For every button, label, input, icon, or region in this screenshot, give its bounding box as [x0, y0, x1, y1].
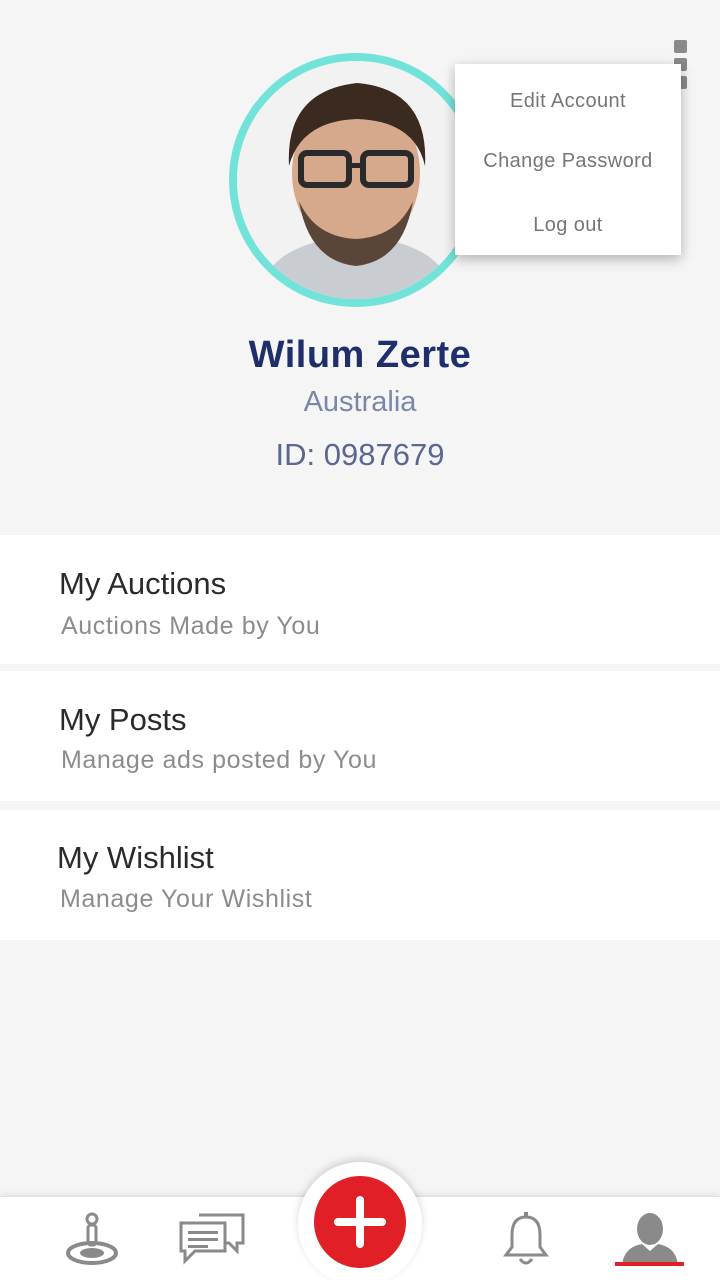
bell-icon: [503, 1212, 549, 1265]
avatar-ring: [229, 53, 483, 307]
list-item-subtitle: Manage ads posted by You: [61, 746, 378, 774]
list-item-subtitle: Manage Your Wishlist: [60, 885, 313, 913]
list-item-my-posts[interactable]: My Posts Manage ads posted by You: [0, 671, 720, 801]
profile-name: Wilum Zerte: [248, 334, 472, 376]
add-button-container: [298, 1162, 422, 1280]
list-item-title: My Posts: [59, 702, 187, 737]
avatar[interactable]: [237, 61, 475, 299]
location-pin-icon: [66, 1212, 118, 1265]
nav-notifications[interactable]: [490, 1197, 562, 1280]
chat-icon: [179, 1213, 245, 1265]
profile-id: ID: 0987679: [275, 437, 445, 472]
profile-country: Australia: [303, 386, 417, 418]
list-item-my-wishlist[interactable]: My Wishlist Manage Your Wishlist: [0, 810, 720, 940]
list-item-subtitle: Auctions Made by You: [61, 612, 321, 640]
menu-item-change-password[interactable]: Change Password: [455, 139, 681, 183]
nav-location[interactable]: [50, 1197, 134, 1280]
user-icon: [622, 1213, 678, 1265]
nav-profile[interactable]: [612, 1197, 688, 1280]
add-button[interactable]: [314, 1176, 406, 1268]
list-item-my-auctions[interactable]: My Auctions Auctions Made by You: [0, 535, 720, 664]
add-icon-vertical: [356, 1196, 364, 1248]
overflow-menu: Edit Account Change Password Log out: [455, 64, 681, 255]
list-item-title: My Wishlist: [57, 840, 214, 875]
menu-item-log-out[interactable]: Log out: [455, 203, 681, 247]
list-item-title: My Auctions: [59, 566, 227, 601]
menu-item-edit-account[interactable]: Edit Account: [455, 79, 681, 123]
active-tab-indicator: [615, 1262, 684, 1266]
avatar-photo: [237, 61, 475, 299]
nav-chat[interactable]: [172, 1197, 252, 1280]
